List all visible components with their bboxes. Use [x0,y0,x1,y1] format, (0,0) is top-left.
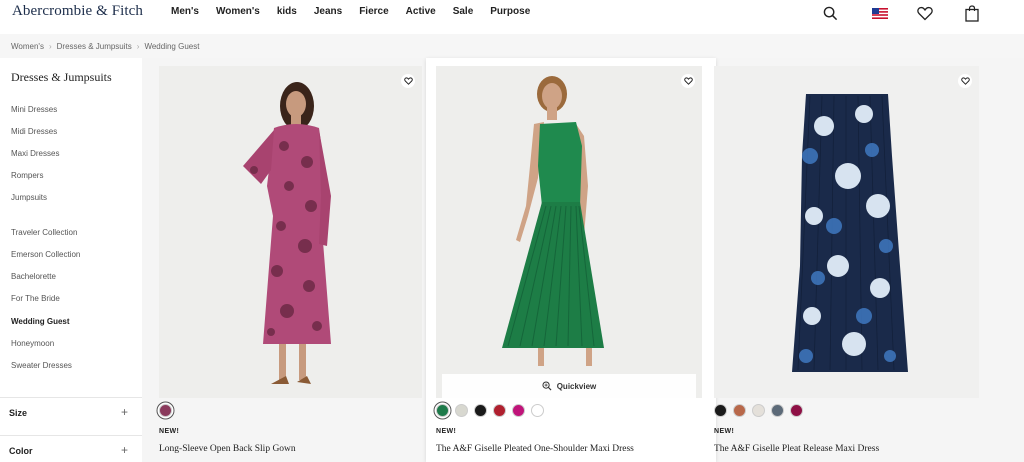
product-name[interactable]: Long-Sleeve Open Back Slip Gown [159,444,296,454]
sidebar-item-midi-dresses[interactable]: Midi Dresses [11,127,57,136]
site-header: Abercrombie & Fitch Men's Women's kids J… [0,0,1024,34]
product-card[interactable]: NEW! The A&F Giselle Pleat Release Maxi … [714,58,979,462]
breadcrumb-separator: › [136,42,140,51]
new-badge: NEW! [436,428,457,435]
sidebar-item-wedding-guest[interactable]: Wedding Guest [11,317,70,326]
sidebar-item-honeymoon[interactable]: Honeymoon [11,339,54,348]
sidebar-item-jumpsuits[interactable]: Jumpsuits [11,193,47,202]
nav-item-fierce[interactable]: Fierce [359,6,388,17]
sidebar-item-traveler-collection[interactable]: Traveler Collection [11,228,77,237]
color-swatch[interactable] [159,404,172,417]
sidebar-item-rompers[interactable]: Rompers [11,171,43,180]
new-badge: NEW! [159,428,180,435]
nav-item-active[interactable]: Active [406,6,436,17]
breadcrumb-womens[interactable]: Women's [11,42,44,51]
breadcrumb: Women's › Dresses & Jumpsuits › Wedding … [11,42,199,51]
color-swatch[interactable] [474,404,487,417]
color-swatch[interactable] [531,404,544,417]
breadcrumb-current: Wedding Guest [144,42,200,51]
filter-color-label: Color [9,446,33,456]
color-swatch[interactable] [714,404,727,417]
filter-color[interactable]: Color + [0,435,142,462]
us-flag-icon[interactable] [871,4,889,22]
pink-gown-figure [159,66,422,398]
product-card[interactable]: NEW! Long-Sleeve Open Back Slip Gown [159,58,422,462]
color-swatches [436,404,544,417]
filter-size[interactable]: Size + [0,397,142,427]
quickview-label: Quickview [556,381,597,391]
sidebar-title: Dresses & Jumpsuits [11,70,112,84]
color-swatch[interactable] [790,404,803,417]
green-dress-figure [436,66,702,398]
nav-item-kids[interactable]: kids [277,6,297,17]
wishlist-heart-icon[interactable] [958,74,972,88]
sidebar-item-for-the-bride[interactable]: For The Bride [11,294,60,303]
shopping-bag-icon[interactable] [963,4,981,22]
expand-plus-icon[interactable]: + [121,443,128,457]
zoom-icon [542,381,552,391]
quickview-button[interactable]: Quickview [442,374,696,398]
breadcrumb-separator: › [48,42,52,51]
nav-item-sale[interactable]: Sale [453,6,474,17]
breadcrumb-dresses[interactable]: Dresses & Jumpsuits [57,42,132,51]
color-swatch[interactable] [436,404,449,417]
brand-logo[interactable]: Abercrombie & Fitch [12,3,143,20]
color-swatch[interactable] [455,404,468,417]
color-swatch[interactable] [493,404,506,417]
product-name[interactable]: The A&F Giselle Pleat Release Maxi Dress [714,444,879,454]
search-icon[interactable] [821,4,839,22]
filter-size-label: Size [9,408,28,418]
blue-floral-dress-figure [714,66,979,398]
nav-item-jeans[interactable]: Jeans [314,6,342,17]
product-name[interactable]: The A&F Giselle Pleated One-Shoulder Max… [436,444,634,454]
sidebar-item-maxi-dresses[interactable]: Maxi Dresses [11,149,59,158]
sidebar-item-bachelorette[interactable]: Bachelorette [11,272,56,281]
wishlist-heart-icon[interactable] [681,74,695,88]
sidebar-item-emerson-collection[interactable]: Emerson Collection [11,250,80,259]
sidebar-item-mini-dresses[interactable]: Mini Dresses [11,105,57,114]
main-nav: Men's Women's kids Jeans Fierce Active S… [171,6,547,17]
color-swatch[interactable] [512,404,525,417]
color-swatch[interactable] [752,404,765,417]
product-image[interactable] [159,66,422,398]
color-swatch[interactable] [733,404,746,417]
heart-icon[interactable] [916,4,934,22]
product-image[interactable] [714,66,979,398]
wishlist-heart-icon[interactable] [401,74,415,88]
nav-item-mens[interactable]: Men's [171,6,199,17]
category-sidebar: Dresses & Jumpsuits Mini Dresses Midi Dr… [0,58,142,462]
product-image[interactable]: Quickview [436,66,702,398]
color-swatches [714,404,803,417]
sidebar-item-sweater-dresses[interactable]: Sweater Dresses [11,361,72,370]
product-card[interactable]: Quickview NEW! The A&F Giselle Pleated O… [436,58,706,462]
expand-plus-icon[interactable]: + [121,405,128,419]
nav-item-womens[interactable]: Women's [216,6,260,17]
color-swatch[interactable] [771,404,784,417]
new-badge: NEW! [714,428,735,435]
color-swatches [159,404,172,417]
nav-item-purpose[interactable]: Purpose [490,6,530,17]
